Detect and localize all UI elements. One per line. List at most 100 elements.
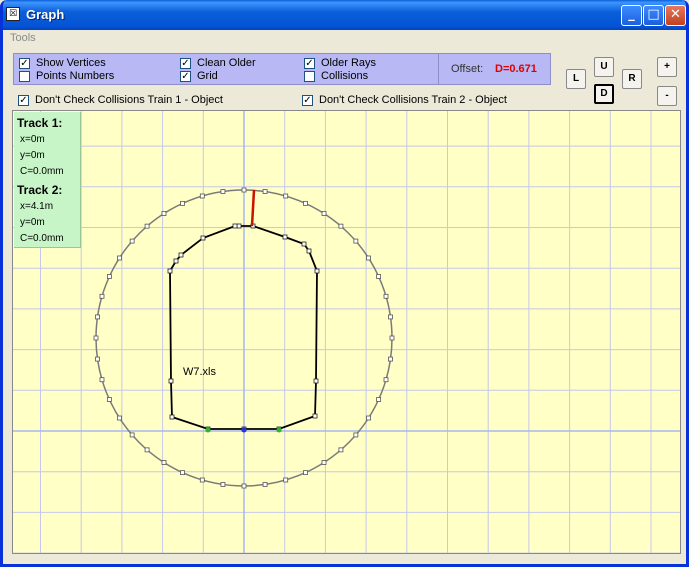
circle-vertex (283, 193, 289, 199)
dont-check-collisions-train-2-checkbox[interactable]: ✓ Don't Check Collisions Train 2 - Object (302, 94, 507, 106)
center-point (241, 427, 247, 433)
circle-vertex (144, 447, 150, 453)
profile-vertex (173, 258, 179, 264)
circle-vertex (321, 211, 327, 216)
plot-area[interactable]: W7.xls (13, 111, 681, 554)
circle-vertex (388, 314, 393, 320)
grid-checkbox[interactable]: ✓ Grid (180, 70, 218, 82)
checkbox-box[interactable]: ✓ (19, 57, 30, 69)
circle-vertex (376, 397, 382, 402)
circle-vertex (180, 200, 185, 206)
circle-vertex (220, 189, 226, 194)
menu-tools[interactable]: Tools (10, 32, 36, 44)
track-2-y: y=0m (20, 217, 45, 228)
checkbox-box[interactable] (19, 70, 30, 82)
circle-vertex (161, 211, 167, 216)
profile-vertex (282, 234, 288, 240)
track-2-title: Track 2: (17, 183, 63, 197)
circle-vertex (199, 193, 205, 199)
track-2-c: C=0.0mm (20, 233, 64, 244)
circle-vertex (338, 447, 344, 453)
profile-vertex (200, 235, 206, 241)
checkbox-box[interactable]: ✓ (180, 57, 191, 69)
graph-app-icon: ☒ (6, 7, 20, 21)
clean-older-checkbox[interactable]: ✓ Clean Older (180, 57, 256, 69)
circle-vertex (321, 460, 327, 465)
menu-bar: Tools (3, 30, 686, 48)
checkbox-box[interactable]: ✓ (18, 94, 29, 106)
profile-vertex (313, 378, 319, 384)
circle-vertex (389, 335, 395, 341)
profile-label: W7.xls (183, 366, 217, 378)
show-vertices-checkbox[interactable]: ✓ Show Vertices (19, 57, 106, 69)
track-1-title: Track 1: (17, 116, 63, 130)
graph-canvas[interactable]: W7.xls Track 1: x=0m y=0m C=0.0mm Track … (12, 110, 681, 554)
profile-vertex (168, 378, 174, 384)
profile-vertex (312, 413, 318, 419)
points-numbers-label: Points Numbers (36, 70, 115, 82)
checkbox-box[interactable]: ✓ (304, 57, 315, 69)
circle-vertex (366, 255, 371, 261)
circle-vertex (129, 432, 135, 438)
pan-up-button[interactable]: U (594, 57, 614, 77)
circle-vertex (262, 482, 268, 487)
circle-vertex (93, 335, 99, 341)
close-icon: ✕ (670, 7, 681, 22)
circle-vertex (95, 356, 100, 362)
circle-vertex (388, 356, 393, 362)
checkbox-box[interactable] (304, 70, 315, 82)
circle-vertex (353, 432, 359, 438)
circle-vertex (199, 477, 205, 483)
options-panel: ✓ Show Vertices Points Numbers ✓ Clean Old… (13, 53, 551, 85)
track-1-x: x=0m (20, 134, 45, 145)
circle-vertex (241, 483, 247, 489)
circle-vertex (99, 377, 105, 383)
show-vertices-label: Show Vertices (36, 57, 106, 69)
contact-point (205, 427, 211, 433)
points-numbers-checkbox[interactable]: Points Numbers (19, 70, 114, 82)
profile-vertex (167, 268, 173, 274)
maximize-button[interactable]: □ (643, 5, 664, 26)
track-1-y: y=0m (20, 150, 45, 161)
title-bar[interactable]: ☒ Graph _ □ ✕ (3, 0, 686, 30)
pan-down-button[interactable]: D (594, 84, 614, 104)
profile-vertex (169, 414, 175, 420)
zoom-in-button[interactable]: + (657, 57, 677, 77)
older-rays-label: Older Rays (321, 57, 377, 69)
profile-vertex (178, 252, 184, 258)
circle-vertex (95, 314, 100, 320)
pan-right-button[interactable]: R (622, 69, 642, 89)
older-rays-checkbox[interactable]: ✓ Older Rays (304, 57, 376, 69)
circle-vertex (129, 238, 135, 244)
circle-vertex (376, 274, 382, 279)
offset-ray (250, 189, 256, 227)
profile-vertex (301, 241, 307, 247)
offset-label: Offset: (451, 63, 484, 75)
circle-vertex (180, 470, 185, 476)
circle-vertex (117, 255, 122, 261)
maximize-icon: □ (647, 7, 660, 22)
circle-vertex (303, 200, 308, 206)
circle-vertex (383, 293, 389, 299)
contact-point (276, 427, 282, 433)
circle-vertex (117, 415, 122, 421)
window-title: Graph (26, 7, 65, 22)
profile-vertex (306, 248, 312, 254)
grid-label: Grid (197, 70, 218, 82)
dont-check-collisions-train-1-checkbox[interactable]: ✓ Don't Check Collisions Train 1 - Object (18, 94, 223, 106)
checkbox-box[interactable]: ✓ (180, 70, 191, 82)
circle-vertex (161, 460, 167, 465)
graph-window: ☒ Graph _ □ ✕ Tools ✓ Show Vertices Point… (0, 0, 689, 567)
close-button[interactable]: ✕ (665, 5, 686, 26)
offset-divider (438, 54, 439, 84)
circle-vertex (303, 470, 308, 476)
track-info-panel: Track 1: x=0m y=0m C=0.0mm Track 2: x=4.… (14, 112, 81, 248)
pan-left-button[interactable]: L (566, 69, 586, 89)
profile-vertex (236, 223, 242, 229)
checkbox-box[interactable]: ✓ (302, 94, 313, 106)
minimize-button[interactable]: _ (621, 5, 642, 26)
collisions-checkbox[interactable]: Collisions (304, 70, 368, 82)
zoom-out-button[interactable]: - (657, 86, 677, 106)
circle-vertex (106, 397, 112, 402)
minimize-icon: _ (628, 7, 635, 22)
